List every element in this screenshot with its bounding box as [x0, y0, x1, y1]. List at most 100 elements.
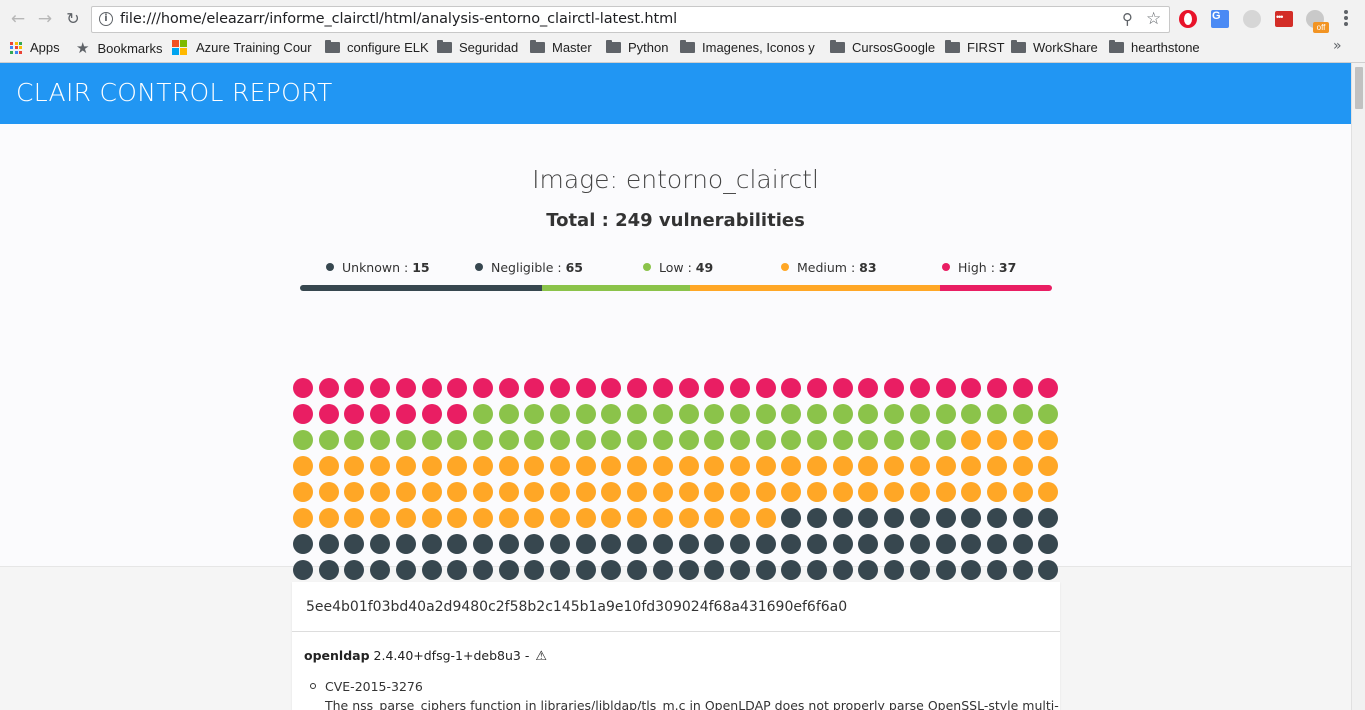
vulnerability-dot-low[interactable] — [704, 430, 725, 450]
vulnerability-dot-low[interactable] — [884, 404, 905, 424]
vulnerability-dot-high[interactable] — [370, 378, 391, 398]
vulnerability-dot-medium[interactable] — [755, 456, 776, 476]
bookmark-item[interactable]: Apps — [10, 38, 60, 58]
vulnerability-dot-medium[interactable] — [832, 482, 853, 502]
vulnerability-dot-negligible[interactable] — [421, 560, 442, 580]
vulnerability-dot-unknown[interactable] — [1012, 560, 1033, 580]
vulnerability-dot-negligible[interactable] — [935, 508, 956, 528]
vulnerability-dot-negligible[interactable] — [729, 534, 750, 554]
vulnerability-dot-medium[interactable] — [1038, 430, 1059, 450]
vulnerability-dot-medium[interactable] — [858, 482, 879, 502]
vulnerability-dot-medium[interactable] — [318, 508, 339, 528]
vulnerability-dot-medium[interactable] — [1038, 456, 1059, 476]
vulnerability-dot-medium[interactable] — [293, 456, 313, 476]
vulnerability-dot-negligible[interactable] — [601, 560, 622, 580]
vulnerability-dot-negligible[interactable] — [678, 560, 699, 580]
vulnerability-dot-medium[interactable] — [781, 456, 802, 476]
vulnerability-dot-low[interactable] — [858, 404, 879, 424]
vulnerability-dot-medium[interactable] — [395, 508, 416, 528]
vulnerability-dot-negligible[interactable] — [344, 560, 365, 580]
vulnerability-dot-medium[interactable] — [421, 508, 442, 528]
vulnerability-dot-medium[interactable] — [472, 508, 493, 528]
vulnerability-dot-high[interactable] — [344, 404, 365, 424]
forward-arrow-icon[interactable]: → — [35, 9, 55, 29]
vulnerability-dot-low[interactable] — [729, 404, 750, 424]
vulnerability-dot-low[interactable] — [652, 430, 673, 450]
vulnerability-dot-high[interactable] — [652, 378, 673, 398]
vulnerability-dot-negligible[interactable] — [729, 560, 750, 580]
vulnerability-dot-medium[interactable] — [601, 456, 622, 476]
bookmark-item[interactable]: CursosGoogle — [830, 38, 935, 58]
vulnerability-dot-low[interactable] — [961, 404, 982, 424]
vulnerability-dot-high[interactable] — [986, 378, 1007, 398]
vulnerability-dot-medium[interactable] — [781, 482, 802, 502]
vulnerability-dot-high[interactable] — [961, 378, 982, 398]
vulnerability-dot-low[interactable] — [807, 404, 827, 424]
vulnerability-dot-medium[interactable] — [935, 482, 956, 502]
vulnerability-dot-medium[interactable] — [652, 456, 673, 476]
vulnerability-dot-medium[interactable] — [370, 482, 391, 502]
vulnerability-dot-medium[interactable] — [858, 456, 879, 476]
vulnerability-dot-negligible[interactable] — [1038, 508, 1059, 528]
vulnerability-dot-high[interactable] — [318, 404, 339, 424]
vulnerability-dot-high[interactable] — [935, 378, 956, 398]
vulnerability-dot-medium[interactable] — [498, 482, 519, 502]
vulnerability-dot-negligible[interactable] — [832, 508, 853, 528]
vulnerability-dot-negligible[interactable] — [472, 560, 493, 580]
vulnerability-dot-medium[interactable] — [704, 508, 725, 528]
reload-icon[interactable]: ↻ — [63, 9, 83, 29]
vulnerability-dot-low[interactable] — [1012, 404, 1033, 424]
vulnerability-dot-negligible[interactable] — [755, 534, 776, 554]
vulnerability-dot-low[interactable] — [935, 430, 956, 450]
vulnerability-dot-low[interactable] — [498, 430, 519, 450]
vulnerability-dot-medium[interactable] — [293, 508, 313, 528]
vulnerability-dot-negligible[interactable] — [884, 534, 905, 554]
vulnerability-dot-medium[interactable] — [447, 456, 468, 476]
bookmark-item[interactable]: ★ Bookmarks — [76, 38, 162, 58]
vulnerability-dot-low[interactable] — [421, 430, 442, 450]
vulnerability-dot-medium[interactable] — [909, 456, 930, 476]
vulnerability-dot-negligible[interactable] — [781, 534, 802, 554]
vulnerability-dot-low[interactable] — [755, 430, 776, 450]
vulnerability-dot-medium[interactable] — [807, 482, 827, 502]
vulnerability-dot-low[interactable] — [472, 404, 493, 424]
vulnerability-dot-unknown[interactable] — [961, 560, 982, 580]
vulnerability-dot-high[interactable] — [395, 404, 416, 424]
vulnerability-dot-negligible[interactable] — [370, 560, 391, 580]
vulnerability-dot-medium[interactable] — [729, 508, 750, 528]
vulnerability-dot-high[interactable] — [704, 378, 725, 398]
vulnerability-dot-negligible[interactable] — [704, 534, 725, 554]
vulnerability-dot-high[interactable] — [498, 378, 519, 398]
bookmark-item[interactable]: Master — [530, 38, 592, 58]
vulnerability-dot-negligible[interactable] — [524, 560, 545, 580]
vulnerability-dot-low[interactable] — [678, 404, 699, 424]
vulnerability-dot-negligible[interactable] — [858, 534, 879, 554]
vulnerability-dot-medium[interactable] — [550, 508, 570, 528]
vulnerability-dot-negligible[interactable] — [550, 534, 570, 554]
bookmark-item[interactable]: configure ELK — [325, 38, 429, 58]
vulnerability-dot-negligible[interactable] — [498, 534, 519, 554]
vulnerability-dot-medium[interactable] — [678, 482, 699, 502]
vulnerability-dot-negligible[interactable] — [447, 560, 468, 580]
vulnerability-dot-medium[interactable] — [1012, 482, 1033, 502]
vulnerability-dot-negligible[interactable] — [909, 508, 930, 528]
vulnerability-dot-negligible[interactable] — [627, 534, 648, 554]
vulnerability-dot-high[interactable] — [293, 378, 313, 398]
vulnerability-dot-negligible[interactable] — [986, 534, 1007, 554]
vulnerability-dot-high[interactable] — [447, 404, 468, 424]
vulnerability-dot-low[interactable] — [729, 430, 750, 450]
vulnerability-dot-high[interactable] — [884, 378, 905, 398]
vulnerability-dot-negligible[interactable] — [678, 534, 699, 554]
vulnerability-dot-medium[interactable] — [472, 482, 493, 502]
vulnerability-dot-low[interactable] — [909, 430, 930, 450]
vulnerability-dot-medium[interactable] — [575, 508, 596, 528]
vulnerability-dot-low[interactable] — [550, 404, 570, 424]
vulnerability-dot-negligible[interactable] — [318, 534, 339, 554]
vulnerability-dot-negligible[interactable] — [961, 508, 982, 528]
bookmark-item[interactable]: WorkShare — [1011, 38, 1098, 58]
vulnerability-dot-high[interactable] — [729, 378, 750, 398]
vulnerability-dot-negligible[interactable] — [344, 534, 365, 554]
vulnerability-dot-negligible[interactable] — [395, 560, 416, 580]
vulnerability-dot-medium[interactable] — [986, 430, 1007, 450]
vulnerability-dot-negligible[interactable] — [935, 534, 956, 554]
